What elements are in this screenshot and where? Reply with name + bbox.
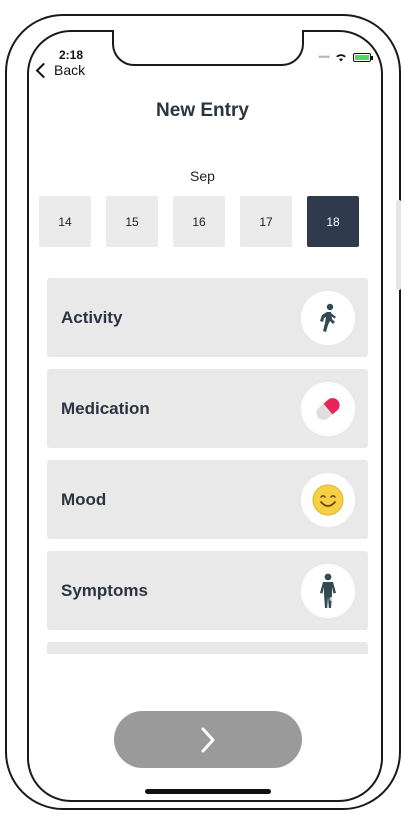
- status-time: 2:18: [59, 48, 84, 62]
- entry-partial[interactable]: [47, 642, 368, 654]
- entry-mood[interactable]: Mood: [47, 460, 368, 539]
- cellular-signal-icon: •••••: [318, 52, 330, 62]
- calendar-month: Sep: [190, 168, 215, 184]
- body-symptoms-icon: [301, 564, 355, 618]
- wifi-icon: [336, 54, 346, 62]
- next-button[interactable]: [114, 711, 302, 768]
- entry-activity[interactable]: Activity: [47, 278, 368, 357]
- entry-activity-label: Activity: [61, 307, 123, 327]
- status-indicators: •••••: [318, 52, 373, 62]
- chevron-right-icon: [201, 727, 215, 752]
- date-selector: 14 15 16 17 18: [39, 196, 359, 247]
- smiley-face-icon: [301, 473, 355, 527]
- notch: [112, 30, 304, 66]
- page-title: New Entry: [156, 100, 249, 121]
- entry-medication[interactable]: Medication: [47, 369, 368, 448]
- entry-symptoms-label: Symptoms: [61, 580, 148, 600]
- date-17[interactable]: 17: [240, 196, 292, 247]
- entry-mood-label: Mood: [61, 489, 107, 509]
- back-button[interactable]: Back: [35, 62, 86, 78]
- entry-list: Activity Medication Mood Symptoms: [47, 278, 368, 654]
- side-button: [396, 200, 401, 290]
- chevron-left-icon: [35, 62, 52, 78]
- entry-symptoms[interactable]: Symptoms: [47, 551, 368, 630]
- battery-icon: [353, 52, 373, 62]
- back-label: Back: [54, 62, 86, 78]
- date-14[interactable]: 14: [39, 196, 91, 247]
- entry-medication-label: Medication: [61, 398, 150, 418]
- home-indicator: [145, 789, 271, 794]
- pill-icon: [301, 382, 355, 436]
- person-walking-icon: [301, 291, 355, 345]
- date-16[interactable]: 16: [173, 196, 225, 247]
- date-18[interactable]: 18: [307, 196, 359, 247]
- date-15[interactable]: 15: [106, 196, 158, 247]
